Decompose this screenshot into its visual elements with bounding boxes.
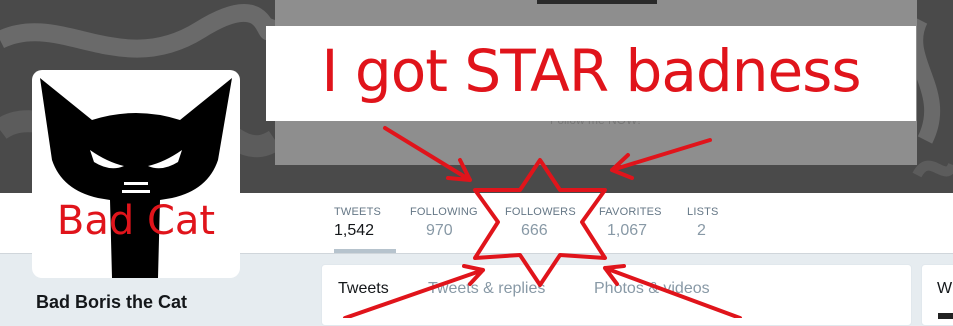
side-module-label: W	[937, 280, 953, 297]
stat-following[interactable]: FOLLOWING 970	[410, 193, 480, 253]
annotation-caption-text: I got STAR badness	[321, 37, 861, 105]
tab-tweets-replies[interactable]: Tweets & replies	[428, 280, 545, 298]
stat-tweets-value: 1,542	[334, 222, 375, 239]
profile-display-name[interactable]: Bad Boris the Cat	[36, 292, 187, 313]
stat-lists-label: LISTS	[687, 206, 719, 218]
cat-silhouette-icon	[40, 78, 232, 278]
stat-favorites-value: 1,067	[607, 222, 648, 239]
tab-photos-videos[interactable]: Photos & videos	[594, 280, 710, 298]
stat-favorites[interactable]: FAVORITES 1,067	[599, 193, 669, 253]
stat-following-value: 970	[426, 222, 453, 239]
side-module: W	[921, 264, 953, 326]
profile-avatar[interactable]: Bad Cat	[32, 70, 240, 278]
stat-lists-value: 2	[697, 222, 706, 239]
stat-tweets-label: TWEETS	[334, 206, 382, 218]
timeline-tabs: Tweets Tweets & replies Photos & videos	[321, 264, 912, 326]
avatar-text: Bad Cat	[56, 198, 216, 244]
tab-tweets[interactable]: Tweets	[338, 280, 389, 298]
banner-card-bar	[537, 0, 657, 4]
stat-tweets[interactable]: TWEETS 1,542	[334, 193, 396, 253]
stat-followers[interactable]: FOLLOWERS 666	[505, 193, 576, 253]
stat-following-label: FOLLOWING	[410, 206, 478, 218]
stat-lists[interactable]: LISTS 2	[687, 193, 727, 253]
annotation-caption: I got STAR badness	[266, 26, 916, 121]
side-module-bar	[938, 313, 953, 319]
stat-followers-value: 666	[521, 222, 548, 239]
stat-followers-label: FOLLOWERS	[505, 206, 576, 218]
stat-favorites-label: FAVORITES	[599, 206, 662, 218]
